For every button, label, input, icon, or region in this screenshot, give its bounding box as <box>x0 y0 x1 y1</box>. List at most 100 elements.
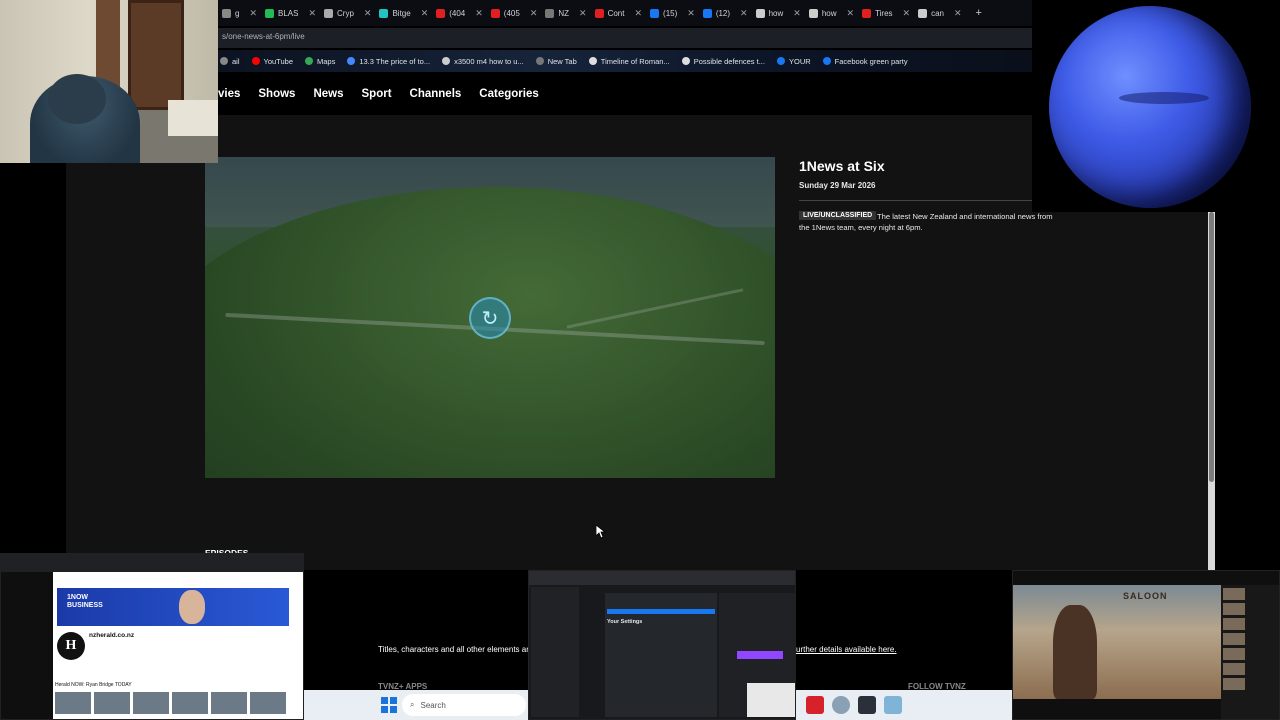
window-thumbnail-facebook[interactable]: Your Settings <box>528 570 796 720</box>
banner-line-1: 1NOW <box>67 594 88 601</box>
bookmark-favicon-icon <box>220 57 228 65</box>
bookmark-item[interactable]: Timeline of Roman... <box>588 57 670 66</box>
mouse-cursor-icon <box>596 525 606 539</box>
browser-tab[interactable]: (15) ✕ <box>646 2 699 24</box>
browser-tab[interactable]: NZ ✕ <box>541 2 590 24</box>
nav-shows[interactable]: Shows <box>258 88 295 100</box>
browser-tab[interactable]: Cryp ✕ <box>320 2 375 24</box>
thumbnail-browser-chrome <box>1 554 303 572</box>
bookmark-item[interactable]: YOUR <box>776 56 811 66</box>
browser-tab[interactable]: how ✕ <box>752 2 805 24</box>
tab-label: how <box>821 8 837 18</box>
nav-categories[interactable]: Categories <box>479 88 538 100</box>
nav-channels[interactable]: Channels <box>410 88 462 100</box>
bookmark-item[interactable]: New Tab <box>535 57 577 66</box>
bookmark-item[interactable]: 13.3 The price of to... <box>347 57 430 66</box>
tab-close-icon[interactable]: ✕ <box>364 8 372 19</box>
tab-label: (15) <box>663 8 678 18</box>
tab-close-icon[interactable]: ✕ <box>954 8 962 19</box>
tab-label: can <box>931 8 944 18</box>
browser-tab[interactable]: how ✕ <box>805 2 858 24</box>
browser-tab[interactable]: Bitge ✕ <box>375 2 432 24</box>
tab-close-icon[interactable]: ✕ <box>687 8 695 19</box>
thumbnail-card <box>747 683 795 717</box>
channel-name: nzherald.co.nz <box>89 632 135 639</box>
browser-tab[interactable]: g ✕ <box>218 2 261 24</box>
scrollbar-thumb[interactable] <box>1209 212 1214 482</box>
app-icon-light-blue[interactable] <box>884 696 902 714</box>
video-thumbnail <box>172 692 208 714</box>
tab-close-icon[interactable]: ✕ <box>847 8 855 19</box>
bookmark-label: ail <box>232 56 240 66</box>
show-date: Sunday 29 Mar 2026 <box>799 181 876 190</box>
bookmark-favicon-icon <box>347 57 356 65</box>
tab-close-icon[interactable]: ✕ <box>903 8 911 19</box>
bookmark-favicon-icon <box>535 57 544 65</box>
tab-close-icon[interactable]: ✕ <box>579 8 587 19</box>
tab-close-icon[interactable]: ✕ <box>475 8 483 19</box>
nav-movies[interactable]: vies <box>218 88 240 100</box>
taskbar-search[interactable]: ⌕ Search <box>402 694 526 716</box>
bookmark-favicon-icon <box>776 57 785 65</box>
new-tab-button[interactable]: + <box>976 7 982 19</box>
bookmark-label: Possible defences t... <box>693 56 765 66</box>
browser-tab[interactable]: can ✕ <box>914 2 965 24</box>
tab-favicon-icon <box>324 8 334 18</box>
video-thumbnail <box>133 692 169 714</box>
tab-label: Cont <box>607 8 625 18</box>
bookmark-label: YOUR <box>788 56 811 66</box>
thumbnail-recommendations <box>1221 585 1279 719</box>
tab-label: NZ <box>558 8 570 18</box>
bookmark-item[interactable]: Facebook green party <box>822 57 908 66</box>
loading-spinner-icon: ↻ <box>469 297 511 339</box>
browser-tab[interactable]: Tires ✕ <box>858 2 914 24</box>
tab-label: how <box>768 8 784 18</box>
browser-tab[interactable]: BLAS ✕ <box>261 2 320 24</box>
tab-favicon-icon <box>702 8 712 18</box>
legal-details-link[interactable]: urther details available here. <box>796 645 897 654</box>
app-icon-dark[interactable] <box>858 696 876 714</box>
channel-banner-text: 1NOW BUSINESS <box>67 594 103 610</box>
browser-tab[interactable]: Cont ✕ <box>591 2 646 24</box>
classification-badge: LIVE/UNCLASSIFIED <box>799 211 877 220</box>
bookmark-favicon-icon <box>822 57 831 65</box>
legal-text: Titles, characters and all other element… <box>378 645 534 654</box>
video-thumbnail <box>94 692 130 714</box>
screen: g ✕ BLAS ✕ Cryp ✕ Bitge ✕ (404 ✕ (405 ✕ NZ ✕ Cont ✕ (15)… <box>0 0 1280 720</box>
nav-news[interactable]: News <box>313 88 343 100</box>
tab-close-icon[interactable]: ✕ <box>793 8 801 19</box>
tab-label: (404 <box>449 8 466 18</box>
video-player[interactable]: ↻ <box>205 157 775 478</box>
tab-close-icon[interactable]: ✕ <box>634 8 642 19</box>
thumbnail-video-frame <box>1013 585 1221 699</box>
settings-gear-icon[interactable] <box>832 696 850 714</box>
thumbnail-nav-panel <box>531 587 579 717</box>
tab-favicon-icon <box>490 8 500 18</box>
tab-close-icon[interactable]: ✕ <box>308 8 316 19</box>
bookmark-item[interactable]: ail <box>220 57 240 66</box>
browser-tab[interactable]: (405 ✕ <box>487 2 542 24</box>
tab-close-icon[interactable]: ✕ <box>421 8 429 19</box>
window-thumbnail-youtube[interactable]: 1NOW BUSINESS H nzherald.co.nz Herald NO… <box>0 553 304 720</box>
bookmark-item[interactable]: x3500 m4 how to u... <box>442 57 524 66</box>
address-bar[interactable]: s/one-news-at-6pm/live <box>218 28 1032 48</box>
browser-tab[interactable]: (12) ✕ <box>699 2 752 24</box>
tab-close-icon[interactable]: ✕ <box>249 8 257 19</box>
planet-cloud-band <box>1119 92 1209 104</box>
tab-close-icon[interactable]: ✕ <box>740 8 748 19</box>
bookmark-item[interactable]: Possible defences t... <box>681 56 765 66</box>
taskbar-search-placeholder: Search <box>420 700 446 710</box>
app-icon-red[interactable] <box>806 696 824 714</box>
tab-close-icon[interactable]: ✕ <box>530 8 538 19</box>
browser-tab[interactable]: (404 ✕ <box>432 2 487 24</box>
window-thumbnail-video[interactable]: SALOON <box>1012 570 1280 720</box>
thumbnail-sidebar <box>1 572 53 719</box>
windows-start-icon[interactable] <box>381 697 397 713</box>
thumbnail-browser-chrome <box>529 571 795 585</box>
tab-label: Tires <box>875 8 893 18</box>
bookmark-item[interactable]: YouTube <box>251 57 293 66</box>
bookmark-item[interactable]: Maps <box>305 57 335 66</box>
video-thumbnail <box>55 692 91 714</box>
nav-sport[interactable]: Sport <box>362 88 392 100</box>
video-thumbnail-row <box>55 692 286 714</box>
